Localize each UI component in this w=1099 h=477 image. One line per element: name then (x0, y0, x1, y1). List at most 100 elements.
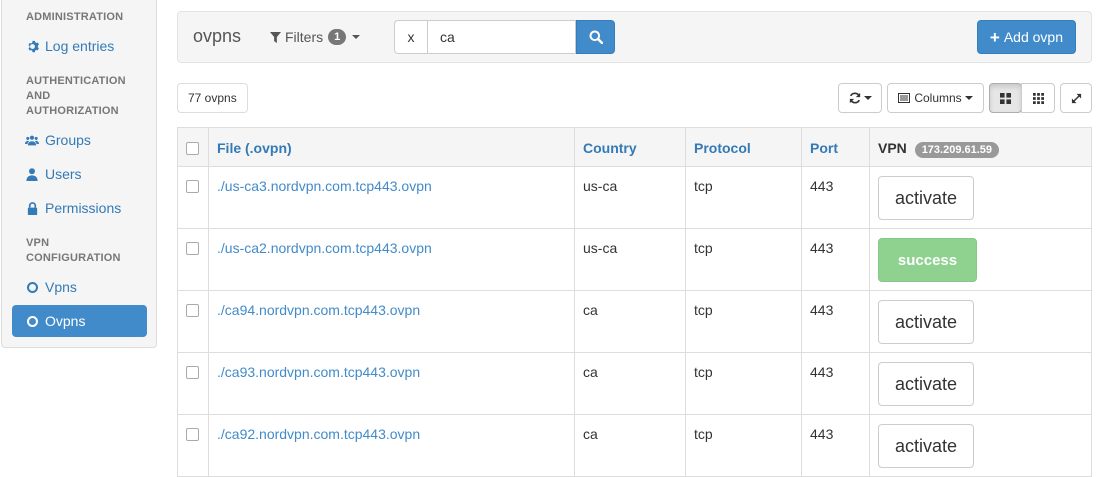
row-checkbox[interactable] (186, 428, 199, 441)
file-link[interactable]: ./us-ca3.nordvpn.com.tcp443.ovpn (217, 178, 432, 194)
sidebar-item-label: Groups (45, 132, 91, 148)
add-ovpn-label: Add ovpn (1003, 29, 1063, 45)
refresh-dropdown-button[interactable] (838, 83, 882, 113)
sidebar-section-vpn-1: VPN (26, 237, 50, 249)
columns-label: Columns (914, 91, 962, 105)
table-row: ./ca94.nordvpn.com.tcp443.ovpn ca tcp 44… (177, 290, 1092, 353)
file-link[interactable]: ./ca94.nordvpn.com.tcp443.ovpn (217, 302, 420, 318)
search-icon (589, 30, 603, 44)
chevron-down-icon (863, 96, 872, 100)
sidebar-item-label: Permissions (45, 200, 122, 216)
page-title: ovpns (193, 26, 242, 46)
search-input[interactable] (427, 20, 576, 54)
table-row: ./ca93.nordvpn.com.tcp443.ovpn ca tcp 44… (177, 352, 1092, 415)
fullscreen-button[interactable] (1060, 83, 1092, 113)
toolbar: ovpns Filters 1 x + Add ovpn (177, 11, 1092, 63)
row-checkbox[interactable] (186, 304, 199, 317)
header-country[interactable]: Country (574, 127, 686, 167)
header-port[interactable]: Port (801, 127, 870, 167)
sidebar-item-ovpns[interactable]: Ovpns (12, 305, 147, 337)
file-link[interactable]: ./ca92.nordvpn.com.tcp443.ovpn (217, 426, 420, 442)
search-button[interactable] (576, 20, 615, 54)
sidebar-item-label: Ovpns (45, 313, 86, 329)
sidebar-section-auth-3: AUTHORIZATION (26, 105, 119, 117)
gear-icon (25, 39, 39, 53)
sidebar-section-auth-2: AND (26, 90, 51, 102)
chevron-down-icon (352, 35, 361, 39)
sidebar-item-users[interactable]: Users (12, 158, 147, 190)
add-ovpn-button[interactable]: + Add ovpn (976, 20, 1076, 54)
row-checkbox[interactable] (186, 242, 199, 255)
filter-icon (270, 31, 281, 43)
activate-button[interactable]: activate (878, 176, 974, 220)
activate-button[interactable]: activate (878, 362, 974, 406)
sidebar-item-label: Log entries (45, 38, 115, 54)
vpn-ip-badge: 173.209.61.59 (914, 142, 1000, 158)
vpn-cell: activate (869, 352, 1092, 415)
refresh-icon (849, 92, 861, 104)
sidebar-section-auth-1: AUTHENTICATION (26, 75, 126, 87)
select-all-checkbox[interactable] (186, 142, 199, 155)
activate-button[interactable]: activate (878, 424, 974, 468)
filters-label: Filters (285, 29, 324, 45)
vpn-cell: activate (869, 290, 1092, 353)
card-view-button[interactable] (989, 83, 1022, 113)
sidebar-section-vpn-2: CONFIGURATION (26, 252, 121, 264)
header-protocol[interactable]: Protocol (685, 127, 802, 167)
table-row: ./us-ca2.nordvpn.com.tcp443.ovpn us-ca t… (177, 228, 1092, 291)
filters-count-badge: 1 (328, 29, 347, 45)
expand-icon (1071, 93, 1082, 104)
chevron-down-icon (964, 96, 973, 100)
table-row: ./us-ca3.nordvpn.com.tcp443.ovpn us-ca t… (177, 166, 1092, 229)
file-cell: ./ca94.nordvpn.com.tcp443.ovpn (208, 290, 575, 353)
activate-button[interactable]: activate (878, 300, 974, 344)
sidebar-item-permissions[interactable]: Permissions (12, 192, 147, 224)
header-vpn: VPN 173.209.61.59 (869, 127, 1092, 167)
file-link[interactable]: ./us-ca2.nordvpn.com.tcp443.ovpn (217, 240, 432, 256)
sidebar-item-vpns[interactable]: Vpns (12, 271, 147, 303)
port-cell: 443 (801, 228, 870, 291)
port-cell: 443 (801, 166, 870, 229)
row-checkbox[interactable] (186, 366, 199, 379)
header-file[interactable]: File (.ovpn) (208, 127, 575, 167)
sidebar-item-groups[interactable]: Groups (12, 124, 147, 156)
row-select-cell (177, 166, 209, 229)
row-select-cell (177, 414, 209, 477)
file-cell: ./ca93.nordvpn.com.tcp443.ovpn (208, 352, 575, 415)
success-button[interactable]: success (878, 238, 977, 282)
protocol-cell: tcp (685, 352, 802, 415)
file-cell: ./us-ca2.nordvpn.com.tcp443.ovpn (208, 228, 575, 291)
protocol-cell: tcp (685, 228, 802, 291)
columns-dropdown-button[interactable]: Columns (887, 83, 984, 113)
country-cell: ca (574, 352, 686, 415)
port-cell: 443 (801, 352, 870, 415)
row-select-cell (177, 352, 209, 415)
search-group: x (394, 20, 615, 54)
sidebar-section-administration: ADMINISTRATION (26, 11, 124, 23)
plus-icon: + (989, 27, 1000, 47)
sidebar-item-label: Users (45, 166, 82, 182)
filters-dropdown[interactable]: Filters 1 (270, 29, 361, 45)
sidebar-item-label: Vpns (45, 279, 77, 295)
file-cell: ./ca92.nordvpn.com.tcp443.ovpn (208, 414, 575, 477)
lock-icon (25, 201, 39, 215)
file-link[interactable]: ./ca93.nordvpn.com.tcp443.ovpn (217, 364, 420, 380)
table-view-button[interactable] (1021, 83, 1055, 113)
circle-icon (25, 280, 39, 294)
header-select-all[interactable] (177, 127, 209, 167)
port-cell: 443 (801, 414, 870, 477)
header-vpn-label: VPN (878, 140, 907, 156)
row-select-cell (177, 290, 209, 353)
protocol-cell: tcp (685, 166, 802, 229)
country-cell: ca (574, 414, 686, 477)
row-checkbox[interactable] (186, 180, 199, 193)
sidebar-item-log-entries[interactable]: Log entries (12, 30, 147, 62)
large-grid-icon (1000, 92, 1011, 104)
circle-icon (25, 314, 39, 328)
protocol-cell: tcp (685, 414, 802, 477)
vpn-cell: activate (869, 166, 1092, 229)
port-cell: 443 (801, 290, 870, 353)
vpn-cell: activate (869, 414, 1092, 477)
search-clear-button[interactable]: x (394, 20, 427, 54)
users-group-icon (25, 133, 39, 147)
